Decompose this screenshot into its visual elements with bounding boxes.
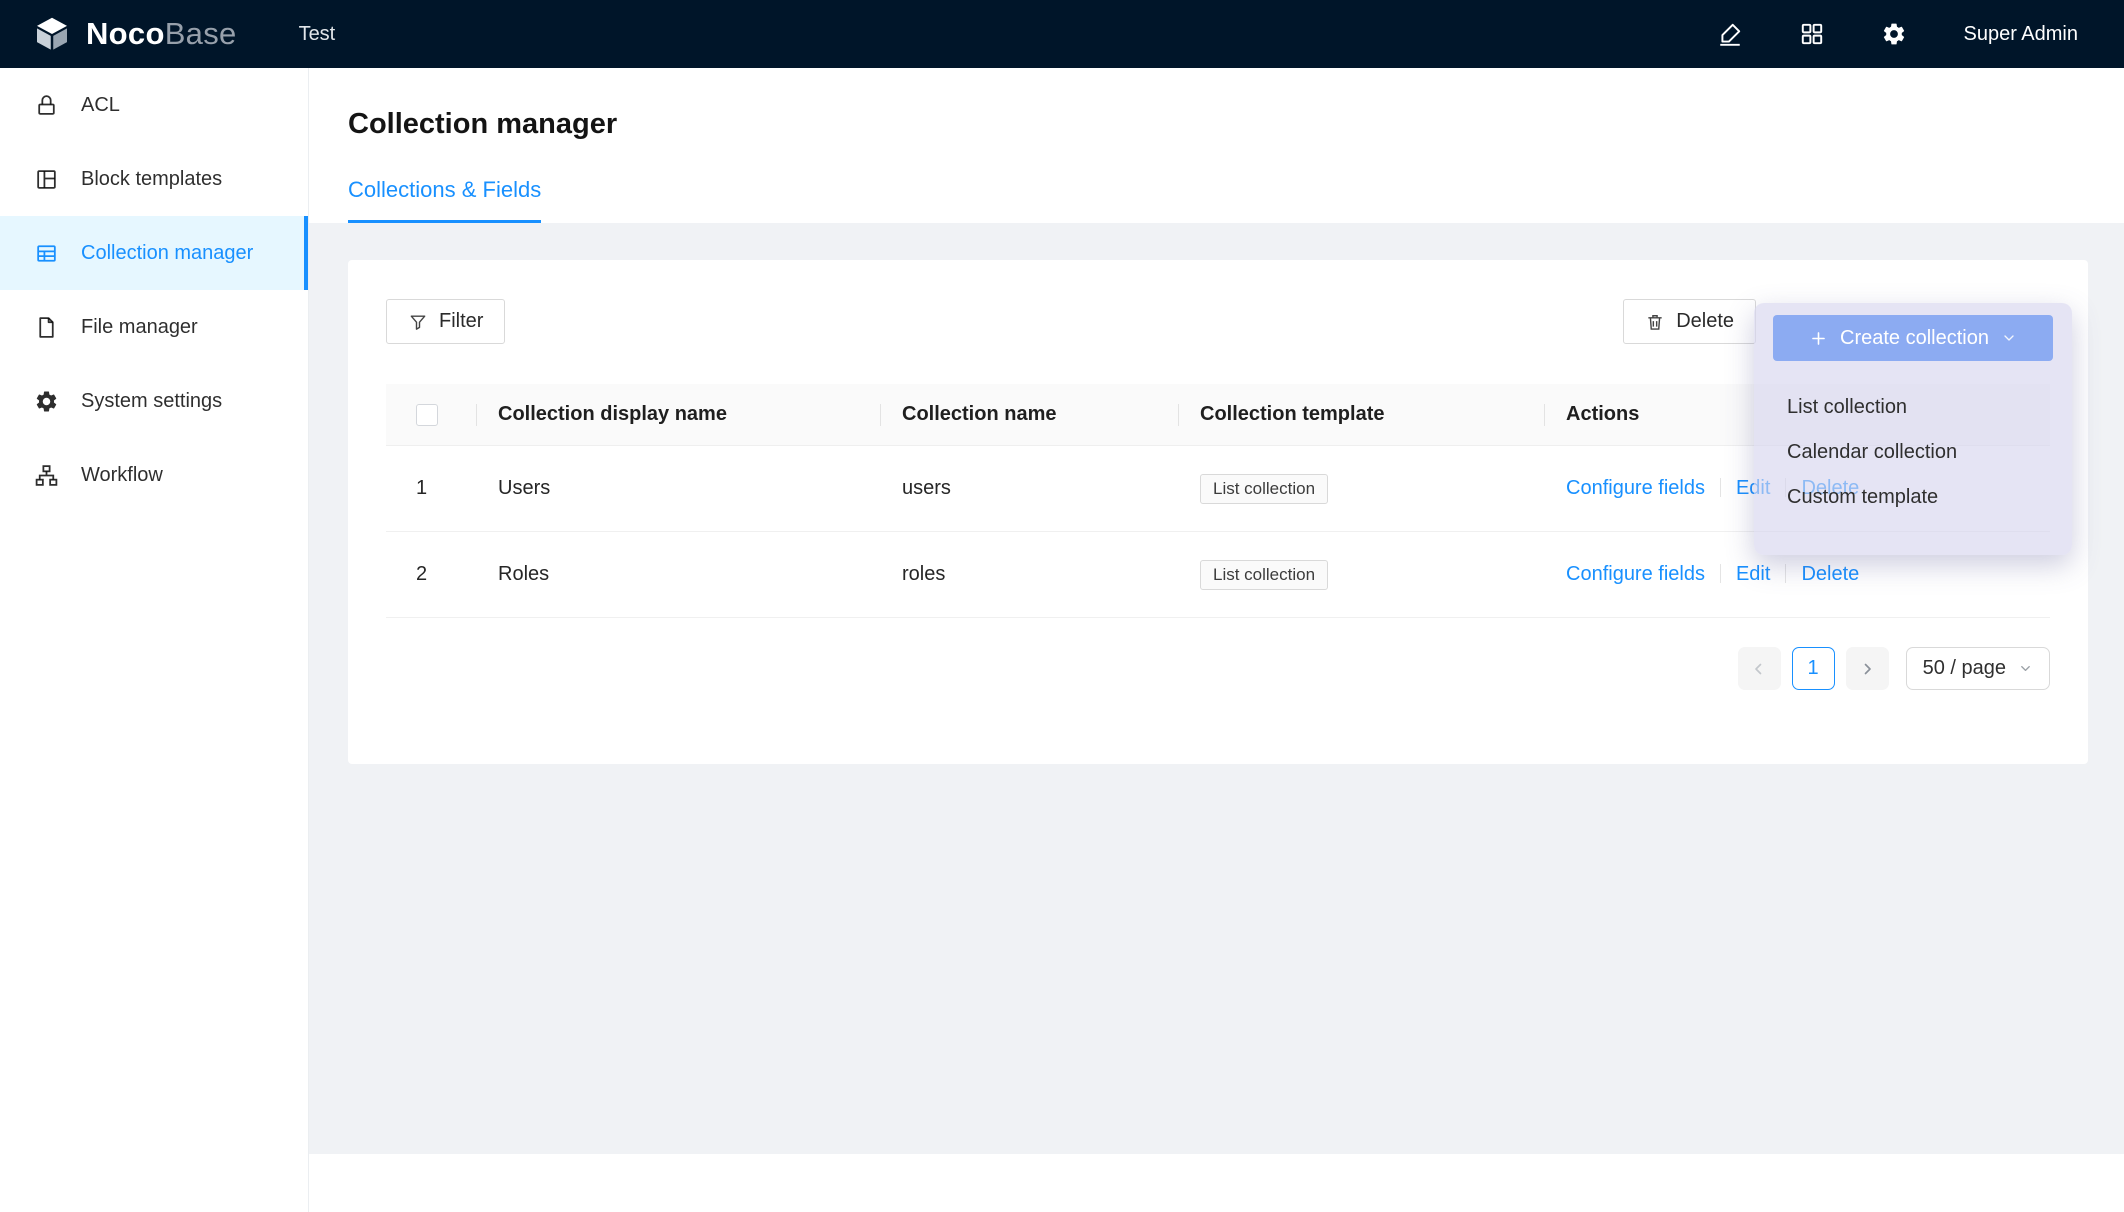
sidebar-item-acl[interactable]: ACL [0, 68, 308, 142]
row-index: 2 [386, 532, 477, 618]
topbar-right: Super Admin [1717, 21, 2124, 47]
topbar: NocoBase Test Super Admin [0, 0, 2124, 68]
template-tag: List collection [1200, 474, 1328, 504]
sidebar-item-system-settings[interactable]: System settings [0, 364, 308, 438]
cell-display-name: Roles [477, 532, 881, 618]
trash-icon [1645, 312, 1665, 332]
sidebar-item-label: Collection manager [81, 242, 253, 265]
menu-item-calendar-collection[interactable]: Calendar collection [1754, 430, 2072, 475]
filter-icon [408, 312, 428, 332]
menu-item-list-collection[interactable]: List collection [1754, 385, 2072, 430]
chevron-right-icon [1858, 660, 1876, 678]
cell-collection-name: users [881, 446, 1179, 532]
action-divider [1720, 564, 1721, 583]
sidebar-item-file-manager[interactable]: File manager [0, 290, 308, 364]
pagination-prev-button[interactable] [1738, 647, 1781, 690]
chevron-down-icon [2001, 330, 2017, 346]
pagination-next-button[interactable] [1846, 647, 1889, 690]
pagination: 1 50 / page [386, 647, 2050, 690]
page-title: Collection manager [348, 108, 2124, 141]
sidebar-item-label: Workflow [81, 464, 163, 487]
cell-collection-name: roles [881, 532, 1179, 618]
create-collection-button[interactable]: Create collection [1773, 315, 2053, 361]
filter-button[interactable]: Filter [386, 299, 505, 344]
tab-collections-fields[interactable]: Collections & Fields [348, 177, 541, 223]
delete-link[interactable]: Delete [1801, 563, 1859, 585]
modules-grid-icon[interactable] [1799, 21, 1825, 47]
column-header-collection-name[interactable]: Collection name [881, 384, 1179, 446]
chevron-left-icon [1750, 660, 1768, 678]
delete-button[interactable]: Delete [1623, 299, 1756, 344]
table-icon [34, 241, 59, 266]
bottom-strip [309, 1154, 2124, 1212]
sidebar-item-workflow[interactable]: Workflow [0, 438, 308, 512]
topnav-item-test[interactable]: Test [299, 23, 336, 46]
nocobase-logo-icon [32, 14, 72, 54]
pagination-page-1[interactable]: 1 [1792, 647, 1835, 690]
configure-fields-link[interactable]: Configure fields [1566, 563, 1705, 585]
create-collection-dropdown: Create collection List collection Calend… [1754, 303, 2072, 555]
action-divider [1785, 564, 1786, 583]
sidebar-item-label: ACL [81, 94, 120, 117]
page-size-select[interactable]: 50 / page [1906, 647, 2050, 690]
sidebar-item-block-templates[interactable]: Block templates [0, 142, 308, 216]
highlighter-icon[interactable] [1717, 21, 1743, 47]
file-icon [34, 315, 59, 340]
main-area: Collection manager Collections & Fields … [309, 68, 2124, 1212]
column-header-collection-template[interactable]: Collection template [1179, 384, 1545, 446]
tab-bar: Collections & Fields [309, 177, 2124, 223]
edit-link[interactable]: Edit [1736, 563, 1770, 585]
lock-icon [34, 93, 59, 118]
row-index: 1 [386, 446, 477, 532]
layout-icon [34, 167, 59, 192]
template-tag: List collection [1200, 560, 1328, 590]
sidebar-item-label: System settings [81, 390, 222, 413]
select-all-checkbox[interactable] [416, 404, 438, 426]
configure-fields-link[interactable]: Configure fields [1566, 477, 1705, 499]
cell-display-name: Users [477, 446, 881, 532]
create-collection-menu: List collection Calendar collection Cust… [1754, 385, 2072, 520]
workflow-icon [34, 463, 59, 488]
brand-name: NocoBase [86, 16, 237, 52]
menu-item-custom-template[interactable]: Custom template [1754, 475, 2072, 520]
current-user[interactable]: Super Admin [1963, 23, 2078, 46]
action-divider [1720, 478, 1721, 497]
column-header-display-name[interactable]: Collection display name [477, 384, 881, 446]
sidebar-item-label: File manager [81, 316, 198, 339]
sidebar-item-label: Block templates [81, 168, 222, 191]
gear-icon [34, 389, 59, 414]
chevron-down-icon [2018, 661, 2033, 676]
sidebar: ACL Block templates Collection manager F… [0, 68, 309, 1212]
plus-icon [1809, 329, 1828, 348]
brand[interactable]: NocoBase [0, 14, 237, 54]
sidebar-item-collection-manager[interactable]: Collection manager [0, 216, 308, 290]
settings-gear-icon[interactable] [1881, 21, 1907, 47]
